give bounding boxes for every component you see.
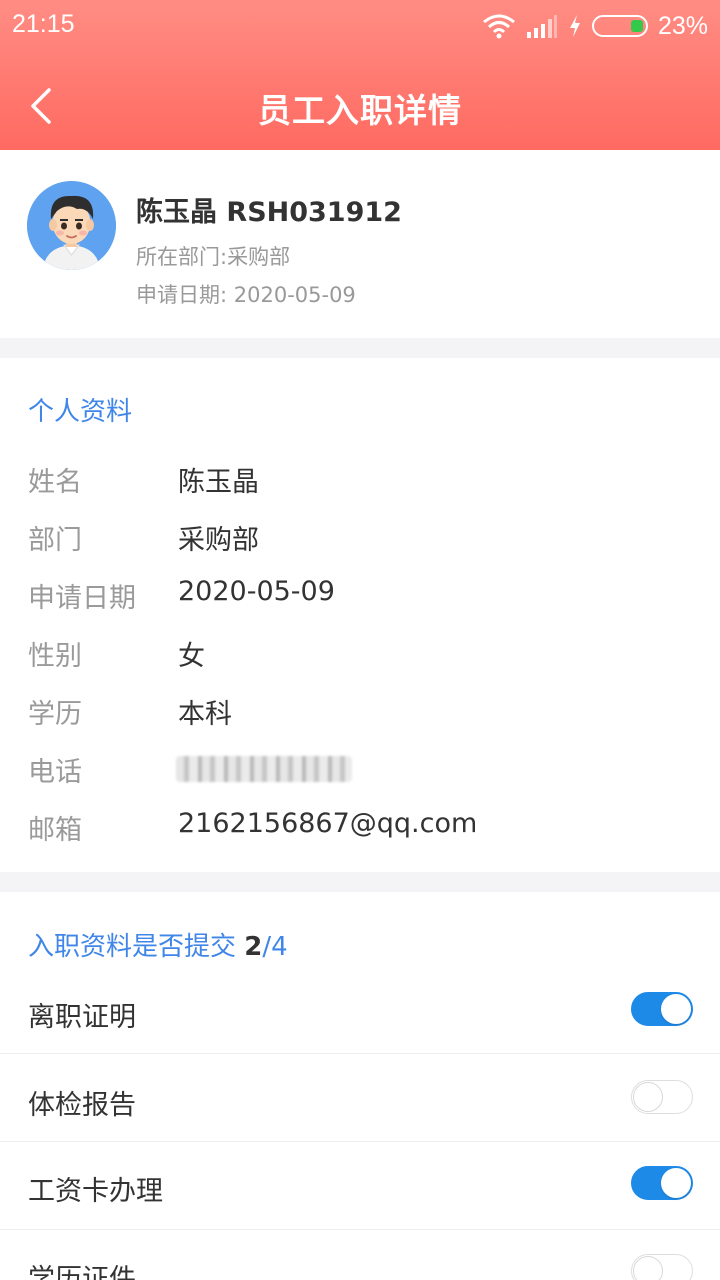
doc-row-education-cert: 学历证件 xyxy=(0,1230,720,1280)
onboarding-title: 入职资料是否提交 2/4 xyxy=(28,926,288,963)
info-label: 电话 xyxy=(28,757,82,788)
info-value: 采购部 xyxy=(178,525,259,556)
info-value: 陈玉晶 xyxy=(178,467,259,498)
education-cert-toggle[interactable] xyxy=(631,1254,693,1280)
employee-apply-date: 申请日期: 2020-05-09 xyxy=(136,283,356,307)
profile-card: 陈玉晶 RSH031912 所在部门:采购部 申请日期: 2020-05-09 xyxy=(0,150,720,338)
battery-percent: 23% xyxy=(657,11,708,40)
info-label: 姓名 xyxy=(28,467,82,498)
medical-report-toggle[interactable] xyxy=(631,1080,693,1114)
info-value: 女 xyxy=(178,641,205,672)
resignation-toggle[interactable] xyxy=(631,992,693,1026)
status-bar: 21:15 23% xyxy=(0,0,720,52)
onboarding-title-text: 入职资料是否提交 xyxy=(28,932,237,962)
info-label: 部门 xyxy=(28,525,82,556)
salary-card-toggle[interactable] xyxy=(631,1166,693,1200)
doc-row-resignation: 离职证明 xyxy=(0,966,720,1054)
doc-label: 离职证明 xyxy=(28,1002,136,1033)
doc-label: 体检报告 xyxy=(28,1090,136,1121)
page-title: 员工入职详情 xyxy=(258,91,462,130)
employee-dept: 所在部门:采购部 xyxy=(136,245,291,269)
info-row-dept: 部门 采购部 xyxy=(0,518,720,558)
doc-row-medical: 体检报告 xyxy=(0,1054,720,1142)
doc-row-salary-card: 工资卡办理 xyxy=(0,1142,720,1230)
info-label: 性别 xyxy=(28,641,82,672)
info-label: 学历 xyxy=(28,699,82,730)
doc-label: 学历证件 xyxy=(28,1264,136,1280)
onboarding-total: /4 xyxy=(262,932,288,962)
info-row-gender: 性别 女 xyxy=(0,634,720,674)
onboarding-docs-card: 入职资料是否提交 2/4 离职证明 体检报告 工资卡办理 学历证件 xyxy=(0,892,720,1280)
personal-info-title: 个人资料 xyxy=(28,397,133,427)
info-value: 2162156867@qq.com xyxy=(178,808,478,839)
signal-icon xyxy=(526,15,557,38)
onboarding-done-count: 2 xyxy=(244,932,263,962)
status-time: 21:15 xyxy=(12,10,75,38)
info-row-apply-date: 申请日期 2020-05-09 xyxy=(0,576,720,616)
header-bar: 21:15 23% 员工入职详情 xyxy=(0,0,720,150)
info-value: 2020-05-09 xyxy=(178,576,335,607)
info-label: 申请日期 xyxy=(28,583,136,614)
doc-label: 工资卡办理 xyxy=(28,1176,163,1207)
charging-icon xyxy=(569,15,580,37)
info-row-name: 姓名 陈玉晶 xyxy=(0,460,720,500)
phone-redacted xyxy=(176,756,352,782)
wifi-icon xyxy=(483,14,515,39)
info-value: 本科 xyxy=(178,699,232,730)
avatar xyxy=(27,181,116,270)
info-row-education: 学历 本科 xyxy=(0,692,720,732)
info-row-email: 邮箱 2162156867@qq.com xyxy=(0,808,720,848)
info-row-phone: 电话 xyxy=(0,750,720,790)
personal-info-card: 个人资料 姓名 陈玉晶 部门 采购部 申请日期 2020-05-09 性别 女 … xyxy=(0,358,720,872)
battery-icon xyxy=(591,15,648,37)
employee-name-id: 陈玉晶 RSH031912 xyxy=(136,197,402,228)
nav-bar: 员工入职详情 xyxy=(0,60,720,150)
info-label: 邮箱 xyxy=(28,815,82,846)
